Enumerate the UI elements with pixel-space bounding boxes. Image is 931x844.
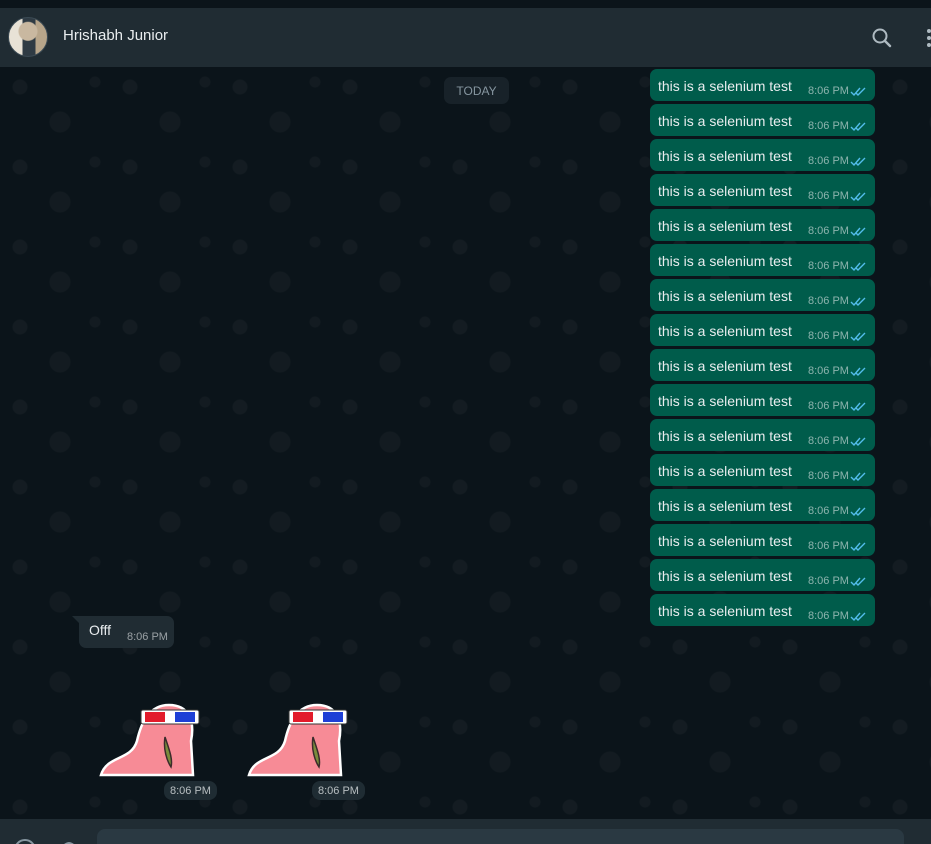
message-text: this is a selenium test xyxy=(658,393,792,409)
message-text: this is a selenium test xyxy=(658,533,792,549)
message-text: this is a selenium test xyxy=(658,323,792,339)
outgoing-message[interactable]: this is a selenium test 8:06 PM xyxy=(650,279,875,311)
sticker-time: 8:06 PM xyxy=(312,781,365,800)
read-ticks-icon xyxy=(850,609,867,622)
chat-header[interactable]: Hrishabh Junior xyxy=(0,8,931,67)
read-ticks-icon xyxy=(850,154,867,167)
message-compose-input[interactable] xyxy=(97,829,904,844)
message-text: this is a selenium test xyxy=(658,148,792,164)
message-text: this is a selenium test xyxy=(658,603,792,619)
message-time: 8:06 PM xyxy=(808,225,849,237)
search-icon[interactable] xyxy=(869,25,895,51)
menu-dots-icon[interactable] xyxy=(918,25,931,51)
outgoing-message[interactable]: this is a selenium test 8:06 PM xyxy=(650,349,875,381)
read-ticks-icon xyxy=(850,189,867,202)
message-time: 8:06 PM xyxy=(808,260,849,272)
message-text: this is a selenium test xyxy=(658,288,792,304)
read-ticks-icon xyxy=(850,294,867,307)
outgoing-message[interactable]: this is a selenium test 8:06 PM xyxy=(650,139,875,171)
attach-icon[interactable] xyxy=(60,837,78,844)
message-time: 8:06 PM xyxy=(808,85,849,97)
message-text: this is a selenium test xyxy=(658,218,792,234)
read-ticks-icon xyxy=(850,364,867,377)
read-ticks-icon xyxy=(850,504,867,517)
sticker-pink-blob-3d-glasses[interactable] xyxy=(245,697,355,782)
outgoing-message[interactable]: this is a selenium test 8:06 PM xyxy=(650,314,875,346)
message-time: 8:06 PM xyxy=(808,295,849,307)
read-ticks-icon xyxy=(850,224,867,237)
outgoing-message[interactable]: this is a selenium test 8:06 PM xyxy=(650,559,875,591)
message-text: this is a selenium test xyxy=(658,463,792,479)
message-time: 8:06 PM xyxy=(808,540,849,552)
message-time: 8:06 PM xyxy=(808,505,849,517)
outgoing-message[interactable]: this is a selenium test 8:06 PM xyxy=(650,69,875,101)
outgoing-message[interactable]: this is a selenium test 8:06 PM xyxy=(650,524,875,556)
message-time: 8:06 PM xyxy=(808,435,849,447)
message-time: 8:06 PM xyxy=(808,120,849,132)
outgoing-message[interactable]: this is a selenium test 8:06 PM xyxy=(650,454,875,486)
window-top-strip xyxy=(0,0,931,8)
message-time: 8:06 PM xyxy=(808,470,849,482)
sticker-time: 8:06 PM xyxy=(164,781,217,800)
message-text: this is a selenium test xyxy=(658,568,792,584)
date-divider: TODAY xyxy=(444,77,509,104)
message-time: 8:06 PM xyxy=(808,400,849,412)
message-text: this is a selenium test xyxy=(658,253,792,269)
read-ticks-icon xyxy=(850,574,867,587)
emoji-icon[interactable] xyxy=(14,839,36,844)
read-ticks-icon xyxy=(850,469,867,482)
conversation-panel[interactable]: TODAY this is a selenium test 8:06 PM this… xyxy=(0,67,931,819)
outgoing-message[interactable]: this is a selenium test 8:06 PM xyxy=(650,244,875,276)
message-time: 8:06 PM xyxy=(127,631,168,643)
message-text: this is a selenium test xyxy=(658,78,792,94)
message-text: this is a selenium test xyxy=(658,183,792,199)
message-time: 8:06 PM xyxy=(808,155,849,167)
contact-avatar[interactable] xyxy=(8,17,48,57)
message-time: 8:06 PM xyxy=(808,190,849,202)
outgoing-message[interactable]: this is a selenium test 8:06 PM xyxy=(650,419,875,451)
read-ticks-icon xyxy=(850,539,867,552)
message-time: 8:06 PM xyxy=(808,610,849,622)
message-time: 8:06 PM xyxy=(808,575,849,587)
message-text: this is a selenium test xyxy=(658,113,792,129)
outgoing-message-list: this is a selenium test 8:06 PM this is a … xyxy=(650,67,875,629)
message-text: this is a selenium test xyxy=(658,498,792,514)
read-ticks-icon xyxy=(850,329,867,342)
outgoing-message[interactable]: this is a selenium test 8:06 PM xyxy=(650,384,875,416)
outgoing-message[interactable]: this is a selenium test 8:06 PM xyxy=(650,594,875,626)
read-ticks-icon xyxy=(850,399,867,412)
read-ticks-icon xyxy=(850,259,867,272)
read-ticks-icon xyxy=(850,84,867,97)
incoming-message[interactable]: Offf 8:06 PM xyxy=(72,616,174,648)
contact-name[interactable]: Hrishabh Junior xyxy=(63,27,168,44)
message-time: 8:06 PM xyxy=(808,330,849,342)
message-time: 8:06 PM xyxy=(808,365,849,377)
composer-bar xyxy=(0,819,931,844)
message-text: Offf xyxy=(89,622,112,638)
sticker-pink-blob-3d-glasses[interactable] xyxy=(97,697,207,782)
message-text: this is a selenium test xyxy=(658,358,792,374)
outgoing-message[interactable]: this is a selenium test 8:06 PM xyxy=(650,174,875,206)
outgoing-message[interactable]: this is a selenium test 8:06 PM xyxy=(650,209,875,241)
outgoing-message[interactable]: this is a selenium test 8:06 PM xyxy=(650,489,875,521)
read-ticks-icon xyxy=(850,434,867,447)
read-ticks-icon xyxy=(850,119,867,132)
outgoing-message[interactable]: this is a selenium test 8:06 PM xyxy=(650,104,875,136)
message-text: this is a selenium test xyxy=(658,428,792,444)
